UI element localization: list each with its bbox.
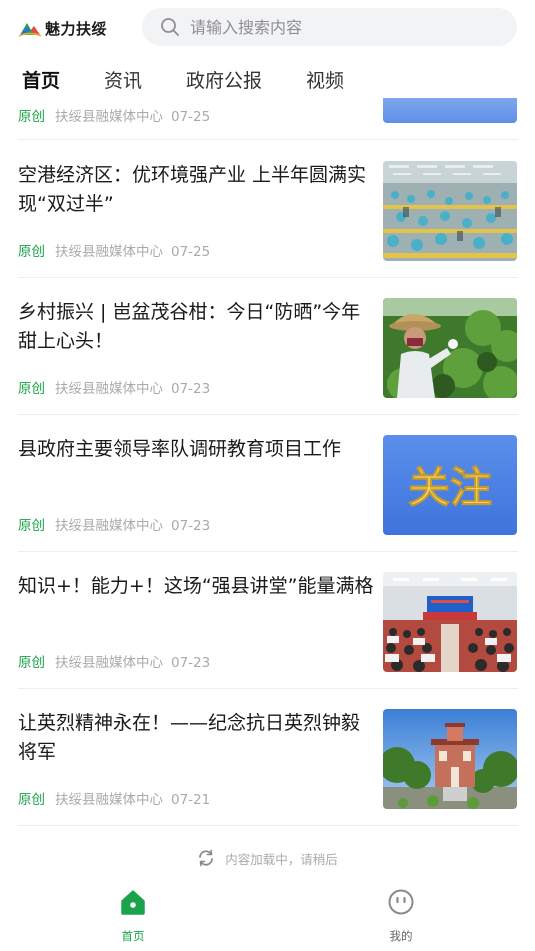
list-item[interactable]: 空港经济区：优环境强产业 上半年圆满实现“双过半” 原创 扶绥县融媒体中心 07-2…: [18, 141, 518, 278]
original-tag: 原创: [18, 244, 45, 260]
list-item[interactable]: 知识+！能力+！这场“强县讲堂”能量满格 原创 扶绥县融媒体中心 07-23: [18, 552, 518, 689]
article-meta: 原创 扶绥县融媒体中心 07-25: [18, 240, 210, 260]
tab-news[interactable]: 资讯: [104, 66, 142, 93]
profile-icon: [388, 889, 414, 915]
article-date: 07-25: [171, 109, 211, 125]
article-meta: 原创 扶绥县融媒体中心 07-21: [18, 788, 210, 808]
orchard-photo: [383, 298, 517, 398]
article-source: 扶绥县融媒体中心: [55, 244, 163, 260]
original-tag: 原创: [18, 381, 45, 397]
tab-video[interactable]: 视频: [306, 66, 344, 93]
article-title: 空港经济区：优环境强产业 上半年圆满实现“双过半”: [18, 164, 367, 215]
original-tag: 原创: [18, 655, 45, 671]
article-title: 乡村振兴 | 岜盆茂谷柑：今日“防晒”今年甜上心头！: [18, 301, 361, 352]
nav-profile-label: 我的: [389, 929, 413, 943]
article-meta: 原创 扶绥县融媒体中心 07-23: [18, 651, 210, 671]
search-bar[interactable]: [142, 8, 517, 46]
article-source: 扶绥县融媒体中心: [55, 109, 163, 125]
original-tag: 原创: [18, 792, 45, 808]
article-thumbnail: 关注: [383, 435, 517, 535]
article-source: 扶绥县融媒体中心: [55, 381, 163, 397]
lecture-hall-photo: [383, 572, 517, 672]
article-title: 让英烈精神永在！——纪念抗日英烈钟毅将军: [18, 712, 361, 763]
article-meta: 原创 扶绥县融媒体中心 07-23: [18, 514, 210, 534]
article-date: 07-25: [171, 244, 211, 260]
original-tag: 原创: [18, 109, 45, 125]
search-input[interactable]: [190, 17, 490, 37]
app-logo[interactable]: 魅力扶绥: [18, 16, 107, 40]
article-title: 知识+！能力+！这场“强县讲堂”能量满格: [18, 575, 374, 597]
tab-home[interactable]: 首页: [22, 66, 60, 93]
loading-indicator: 内容加载中，请稍后: [0, 846, 535, 870]
article-source: 扶绥县融媒体中心: [55, 792, 163, 808]
nav-home[interactable]: 首页: [93, 888, 173, 944]
category-tabs: 首页 资讯 政府公报 视频: [0, 58, 535, 98]
list-item[interactable]: 原创 扶绥县融媒体中心 07-25: [18, 98, 518, 140]
article-meta: 原创 扶绥县融媒体中心 07-25: [18, 105, 210, 125]
article-list: 原创 扶绥县融媒体中心 07-25 空港经济区：优环境强产业 上半年圆满实现“双过半…: [0, 98, 535, 843]
list-item[interactable]: 让英烈精神永在！——纪念抗日英烈钟毅将军 原创 扶绥县融媒体中心 07-21: [18, 689, 518, 826]
article-source: 扶绥县融媒体中心: [55, 655, 163, 671]
search-icon: [161, 18, 179, 36]
article-thumbnail: [383, 98, 517, 123]
memorial-building-photo: [383, 709, 517, 809]
nav-home-label: 首页: [121, 929, 145, 943]
list-item[interactable]: 县政府主要领导率队调研教育项目工作 原创 扶绥县融媒体中心 07-23 关注: [18, 415, 518, 552]
refresh-icon: [199, 849, 214, 867]
nav-profile[interactable]: 我的: [361, 888, 441, 944]
focus-banner-text: 关注: [408, 463, 492, 512]
article-thumbnail: [383, 709, 517, 809]
list-item[interactable]: 乡村振兴 | 岜盆茂谷柑：今日“防晒”今年甜上心头！ 原创 扶绥县融媒体中心 07-…: [18, 278, 518, 415]
article-source: 扶绥县融媒体中心: [55, 518, 163, 534]
app-title: 魅力扶绥: [45, 19, 108, 38]
article-thumbnail: [383, 572, 517, 672]
tab-gov-bulletin[interactable]: 政府公报: [186, 66, 262, 93]
bottom-nav: 首页 我的: [0, 878, 535, 951]
article-thumbnail: [383, 161, 517, 261]
original-tag: 原创: [18, 518, 45, 534]
header: 魅力扶绥: [0, 0, 535, 56]
article-date: 07-23: [171, 518, 211, 534]
loading-text: 内容加载中，请稍后: [225, 851, 338, 867]
focus-banner: 关注: [383, 435, 517, 535]
article-date: 07-23: [171, 655, 211, 671]
factory-photo: [383, 161, 517, 261]
logo-icon: [18, 23, 42, 37]
article-date: 07-21: [171, 792, 211, 808]
home-icon: [121, 890, 145, 915]
article-thumbnail: [383, 298, 517, 398]
article-date: 07-23: [171, 381, 211, 397]
article-meta: 原创 扶绥县融媒体中心 07-23: [18, 377, 210, 397]
article-title: 县政府主要领导率队调研教育项目工作: [18, 438, 342, 460]
